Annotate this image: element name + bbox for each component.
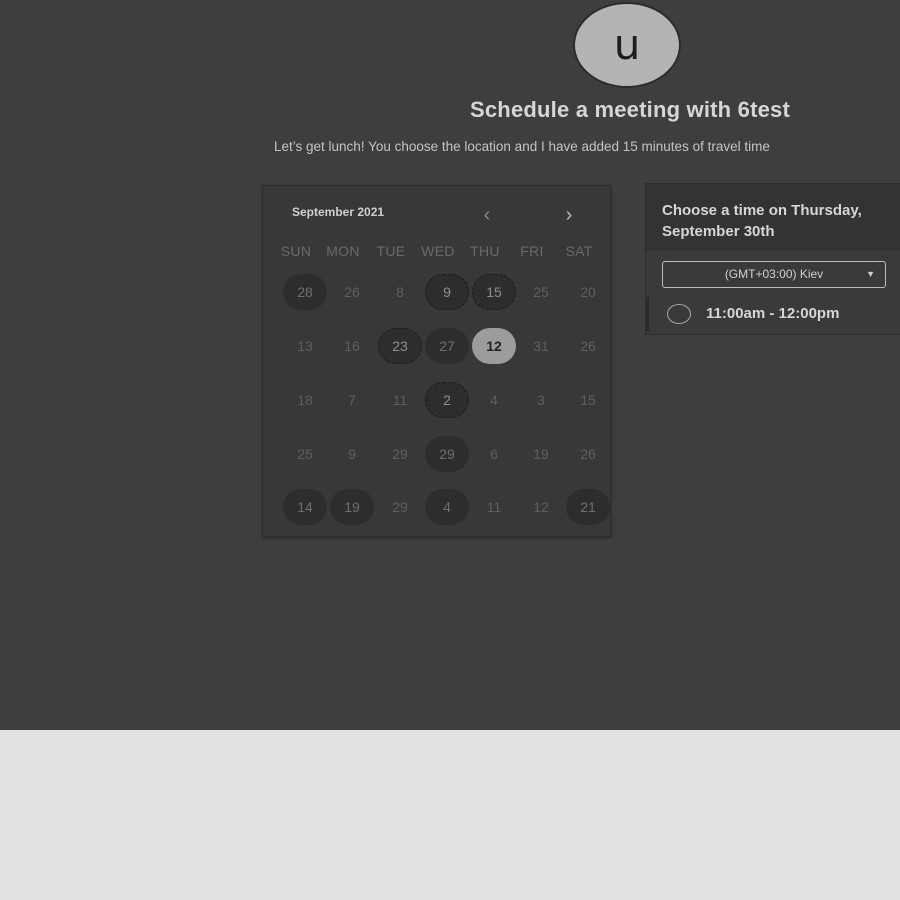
calendar-day[interactable]: 29: [425, 436, 469, 472]
time-panel-heading-line2: September 30th: [662, 223, 775, 240]
time-panel-heading-line1: Choose a time on Thursday,: [662, 202, 862, 219]
calendar-day: 6: [490, 446, 498, 462]
calendar-day: 7: [348, 392, 356, 408]
calendar-day: 11: [486, 499, 502, 515]
calendar-day: 29: [392, 499, 408, 515]
calendar-day: 25: [533, 284, 549, 300]
timezone-dropdown[interactable]: (GMT+03:00) Kiev ▼: [662, 261, 886, 288]
chevron-right-icon: ›: [565, 204, 573, 226]
calendar-day[interactable]: 27: [425, 328, 469, 364]
calendar-day: 13: [297, 338, 313, 354]
calendar-day: 4: [490, 392, 498, 408]
weekday-thu: THU: [470, 243, 500, 259]
next-month-button[interactable]: ›: [556, 202, 582, 228]
calendar-day[interactable]: 2: [425, 382, 469, 418]
calendar-day[interactable]: 21: [566, 489, 610, 525]
meeting-description: Let’s get lunch! You choose the location…: [274, 139, 770, 154]
calendar-day[interactable]: 28: [283, 274, 327, 310]
date-picker-calendar: September 2021 ‹ › SUN MON TUE WED THU FRI SAT…: [262, 185, 611, 537]
time-slot-option[interactable]: 11:00am - 12:00pm: [646, 297, 900, 331]
calendar-day: 26: [580, 338, 596, 354]
calendar-day: 29: [392, 446, 408, 462]
calendar-day: 26: [344, 284, 360, 300]
time-panel-heading: Choose a time on Thursday, September 30t…: [646, 184, 900, 251]
previous-month-button[interactable]: ‹: [474, 202, 500, 228]
chevron-left-icon: ‹: [483, 204, 491, 226]
calendar-day[interactable]: 15: [472, 274, 516, 310]
weekday-wed: WED: [421, 243, 455, 259]
page-title: Schedule a meeting with 6test: [470, 97, 790, 122]
calendar-day: 11: [392, 392, 408, 408]
calendar-day: 16: [344, 338, 360, 354]
calendar-day: 19: [533, 446, 549, 462]
weekday-mon: MON: [326, 243, 360, 259]
scheduler-page: u Schedule a meeting with 6test Let’s ge…: [0, 0, 900, 730]
timezone-value: (GMT+03:00) Kiev: [724, 267, 824, 281]
calendar-day[interactable]: 19: [330, 489, 374, 525]
radio-circle-icon[interactable]: [667, 304, 691, 324]
calendar-day: 3: [537, 392, 545, 408]
weekday-sat: SAT: [565, 243, 593, 259]
weekday-sun: SUN: [280, 243, 312, 259]
calendar-day[interactable]: 23: [378, 328, 422, 364]
time-slot-label: 11:00am - 12:00pm: [706, 305, 840, 322]
avatar-letter: u: [613, 20, 641, 69]
calendar-day: 9: [348, 446, 356, 462]
calendar-month-label: September 2021: [292, 205, 385, 219]
calendar-day: 20: [580, 284, 596, 300]
time-selection-panel: Choose a time on Thursday, September 30t…: [645, 183, 900, 335]
calendar-day: 8: [396, 284, 404, 300]
calendar-day: 12: [533, 499, 549, 515]
calendar-day: 31: [533, 338, 549, 354]
calendar-day: 15: [580, 392, 596, 408]
calendar-day: 25: [297, 446, 313, 462]
weekday-fri: FRI: [520, 243, 544, 259]
calendar-day-selected[interactable]: 12: [472, 328, 516, 364]
calendar-day[interactable]: 14: [283, 489, 327, 525]
calendar-day: 18: [297, 392, 313, 408]
caret-down-icon: ▼: [866, 269, 875, 279]
time-slot-accent: [646, 297, 649, 331]
calendar-day[interactable]: 9: [425, 274, 469, 310]
host-avatar: u: [573, 2, 681, 88]
weekday-tue: TUE: [376, 243, 406, 259]
calendar-day: 26: [580, 446, 596, 462]
calendar-day[interactable]: 4: [425, 489, 469, 525]
